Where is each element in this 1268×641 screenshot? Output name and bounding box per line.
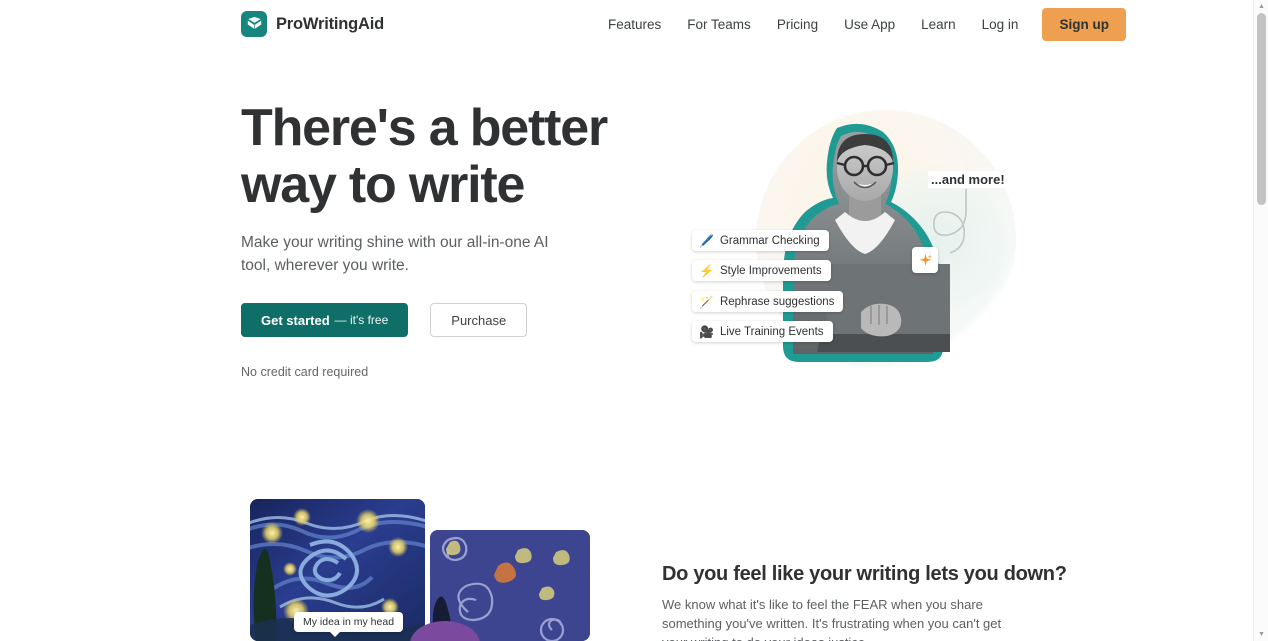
purchase-button[interactable]: Purchase: [430, 303, 528, 337]
feature-chip-rephrase-suggestions: 🪄 Rephrase suggestions: [692, 291, 844, 312]
sparkle-icon: [912, 247, 938, 273]
feature-chip-grammar-checking: 🖊️ Grammar Checking: [692, 230, 829, 251]
nav-use-app[interactable]: Use App: [831, 9, 908, 40]
and-more-annotation: ...and more!: [928, 171, 1008, 188]
hero-title-line-2: way to write: [241, 156, 525, 214]
feature-chip-label: Grammar Checking: [719, 234, 820, 247]
get-started-button[interactable]: Get started — it's free: [241, 303, 409, 337]
hero-title: There's a better way to write: [241, 100, 661, 214]
magic-wand-icon: 🪄: [699, 294, 714, 309]
artwork-tooltip: My idea in my head: [294, 612, 404, 637]
hero-title-line-1: There's a better: [241, 99, 608, 157]
feature-chip-label: Rephrase suggestions: [719, 295, 835, 308]
artwork-comparison-cards: My idea in my head: [250, 499, 590, 641]
pen-icon: 🖊️: [699, 233, 714, 248]
nav-pricing[interactable]: Pricing: [764, 9, 831, 40]
feature-chip-live-training-events: 🎥 Live Training Events: [692, 321, 833, 342]
hero-illustration: 🖊️ Grammar Checking ⚡ Style Improvements…: [660, 95, 1060, 395]
sign-up-button[interactable]: Sign up: [1042, 8, 1126, 41]
nav-log-in[interactable]: Log in: [969, 9, 1032, 40]
get-started-sublabel: — it's free: [334, 313, 389, 327]
brand-name: ProWritingAid: [276, 14, 385, 33]
nav-features[interactable]: Features: [595, 9, 674, 40]
feature-chip-label: Live Training Events: [719, 325, 824, 338]
scroll-up-arrow-icon[interactable]: ▲: [1254, 0, 1268, 13]
video-camera-icon: 🎥: [699, 324, 714, 339]
main-navigation: Features For Teams Pricing Use App Learn…: [595, 8, 1126, 41]
get-started-label: Get started: [261, 312, 330, 328]
scrollbar-thumb[interactable]: [1257, 13, 1266, 205]
hero-subtitle: Make your writing shine with our all-in-…: [241, 234, 549, 274]
nav-learn[interactable]: Learn: [908, 9, 969, 40]
scroll-down-arrow-icon[interactable]: ▼: [1254, 628, 1268, 641]
hero-cta-row: Get started — it's free Purchase: [241, 303, 528, 337]
site-header: ProWritingAid Features For Teams Pricing…: [0, 0, 1253, 48]
lightning-icon: ⚡: [699, 263, 714, 278]
feature-chip-style-improvements: ⚡ Style Improvements: [692, 260, 831, 281]
starry-night-painting-card: My idea in my head: [250, 499, 425, 641]
page-scrollbar[interactable]: ▲ ▼: [1253, 0, 1268, 641]
section-body-text: We know what it's like to feel the FEAR …: [662, 597, 1002, 641]
book-logo-icon: [241, 11, 267, 37]
nav-for-teams[interactable]: For Teams: [674, 9, 764, 40]
page-root: ProWritingAid Features For Teams Pricing…: [0, 0, 1268, 641]
feature-chip-label: Style Improvements: [719, 264, 822, 277]
brand-logo[interactable]: ProWritingAid: [241, 11, 384, 37]
section-heading: Do you feel like your writing lets you d…: [662, 563, 1067, 585]
no-credit-card-note: No credit card required: [241, 365, 369, 379]
